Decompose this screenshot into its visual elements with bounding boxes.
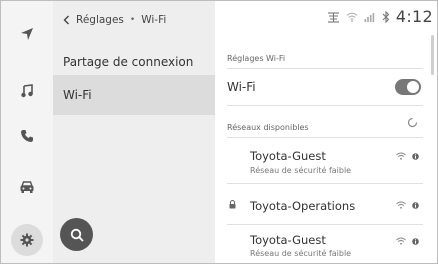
status-bar: 4:12 bbox=[327, 7, 433, 26]
refresh-spinner-icon[interactable] bbox=[407, 117, 418, 128]
menu-item-label: Partage de connexion bbox=[63, 55, 194, 69]
settings-menu-pane: Réglages • Wi-Fi Partage de connexion Wi… bbox=[53, 1, 215, 263]
info-icon[interactable] bbox=[412, 237, 419, 245]
wifi-settings-pane: 4:12 Réglages Wi-Fi Wi-Fi Réseaux dispon… bbox=[215, 1, 437, 263]
navigation-icon[interactable] bbox=[14, 21, 40, 47]
section-title-available-networks: Réseaux disponibles bbox=[227, 123, 309, 132]
network-name: Toyota-Guest bbox=[250, 233, 326, 247]
phone-icon[interactable] bbox=[14, 123, 40, 149]
divider bbox=[227, 68, 423, 69]
wheel-icon bbox=[327, 11, 339, 23]
breadcrumb-parent[interactable]: Réglages bbox=[76, 14, 124, 26]
wifi-status-icon bbox=[346, 12, 358, 22]
menu-item-label: Wi-Fi bbox=[63, 88, 92, 102]
signal-strength-icon bbox=[364, 12, 375, 22]
breadcrumb-separator: • bbox=[129, 15, 136, 25]
lock-icon bbox=[229, 200, 236, 209]
divider bbox=[227, 183, 423, 184]
car-icon[interactable] bbox=[14, 174, 40, 200]
network-name: Toyota-Operations bbox=[250, 199, 356, 213]
menu-item-wifi[interactable]: Wi-Fi bbox=[53, 75, 215, 115]
back-chevron-icon[interactable] bbox=[63, 15, 70, 25]
breadcrumb-current: Wi-Fi bbox=[141, 14, 167, 26]
wifi-signal-icon bbox=[396, 201, 406, 209]
network-name: Toyota-Guest bbox=[250, 149, 326, 163]
bluetooth-icon bbox=[382, 10, 390, 23]
clock: 4:12 bbox=[395, 7, 433, 26]
wifi-signal-icon bbox=[396, 152, 406, 160]
toggle-knob bbox=[407, 81, 419, 93]
search-button[interactable] bbox=[60, 218, 93, 251]
network-subtitle: Réseau de sécurité faible bbox=[250, 249, 352, 258]
music-icon[interactable] bbox=[14, 78, 40, 104]
info-icon[interactable] bbox=[412, 201, 419, 209]
section-title-wifi-settings: Réglages Wi-Fi bbox=[227, 54, 286, 63]
wifi-toggle[interactable] bbox=[395, 79, 421, 95]
network-subtitle: Réseau de sécurité faible bbox=[250, 166, 352, 175]
wifi-label: Wi-Fi bbox=[227, 80, 256, 94]
scrollbar[interactable] bbox=[431, 35, 434, 75]
settings-gear-icon[interactable] bbox=[11, 224, 43, 256]
app-window: Réglages • Wi-Fi Partage de connexion Wi… bbox=[0, 0, 438, 264]
breadcrumb[interactable]: Réglages • Wi-Fi bbox=[63, 14, 166, 26]
wifi-signal-icon bbox=[396, 237, 406, 245]
divider bbox=[227, 105, 423, 106]
search-icon bbox=[70, 228, 84, 242]
divider bbox=[227, 137, 423, 138]
network-row-2[interactable]: Toyota-Operations bbox=[215, 186, 425, 226]
info-icon[interactable] bbox=[412, 152, 419, 160]
network-row-1[interactable]: Toyota-Guest Réseau de sécurité faible bbox=[215, 140, 425, 180]
side-rail bbox=[1, 1, 53, 263]
network-row-3[interactable]: Toyota-Guest Réseau de sécurité faible bbox=[215, 225, 425, 263]
